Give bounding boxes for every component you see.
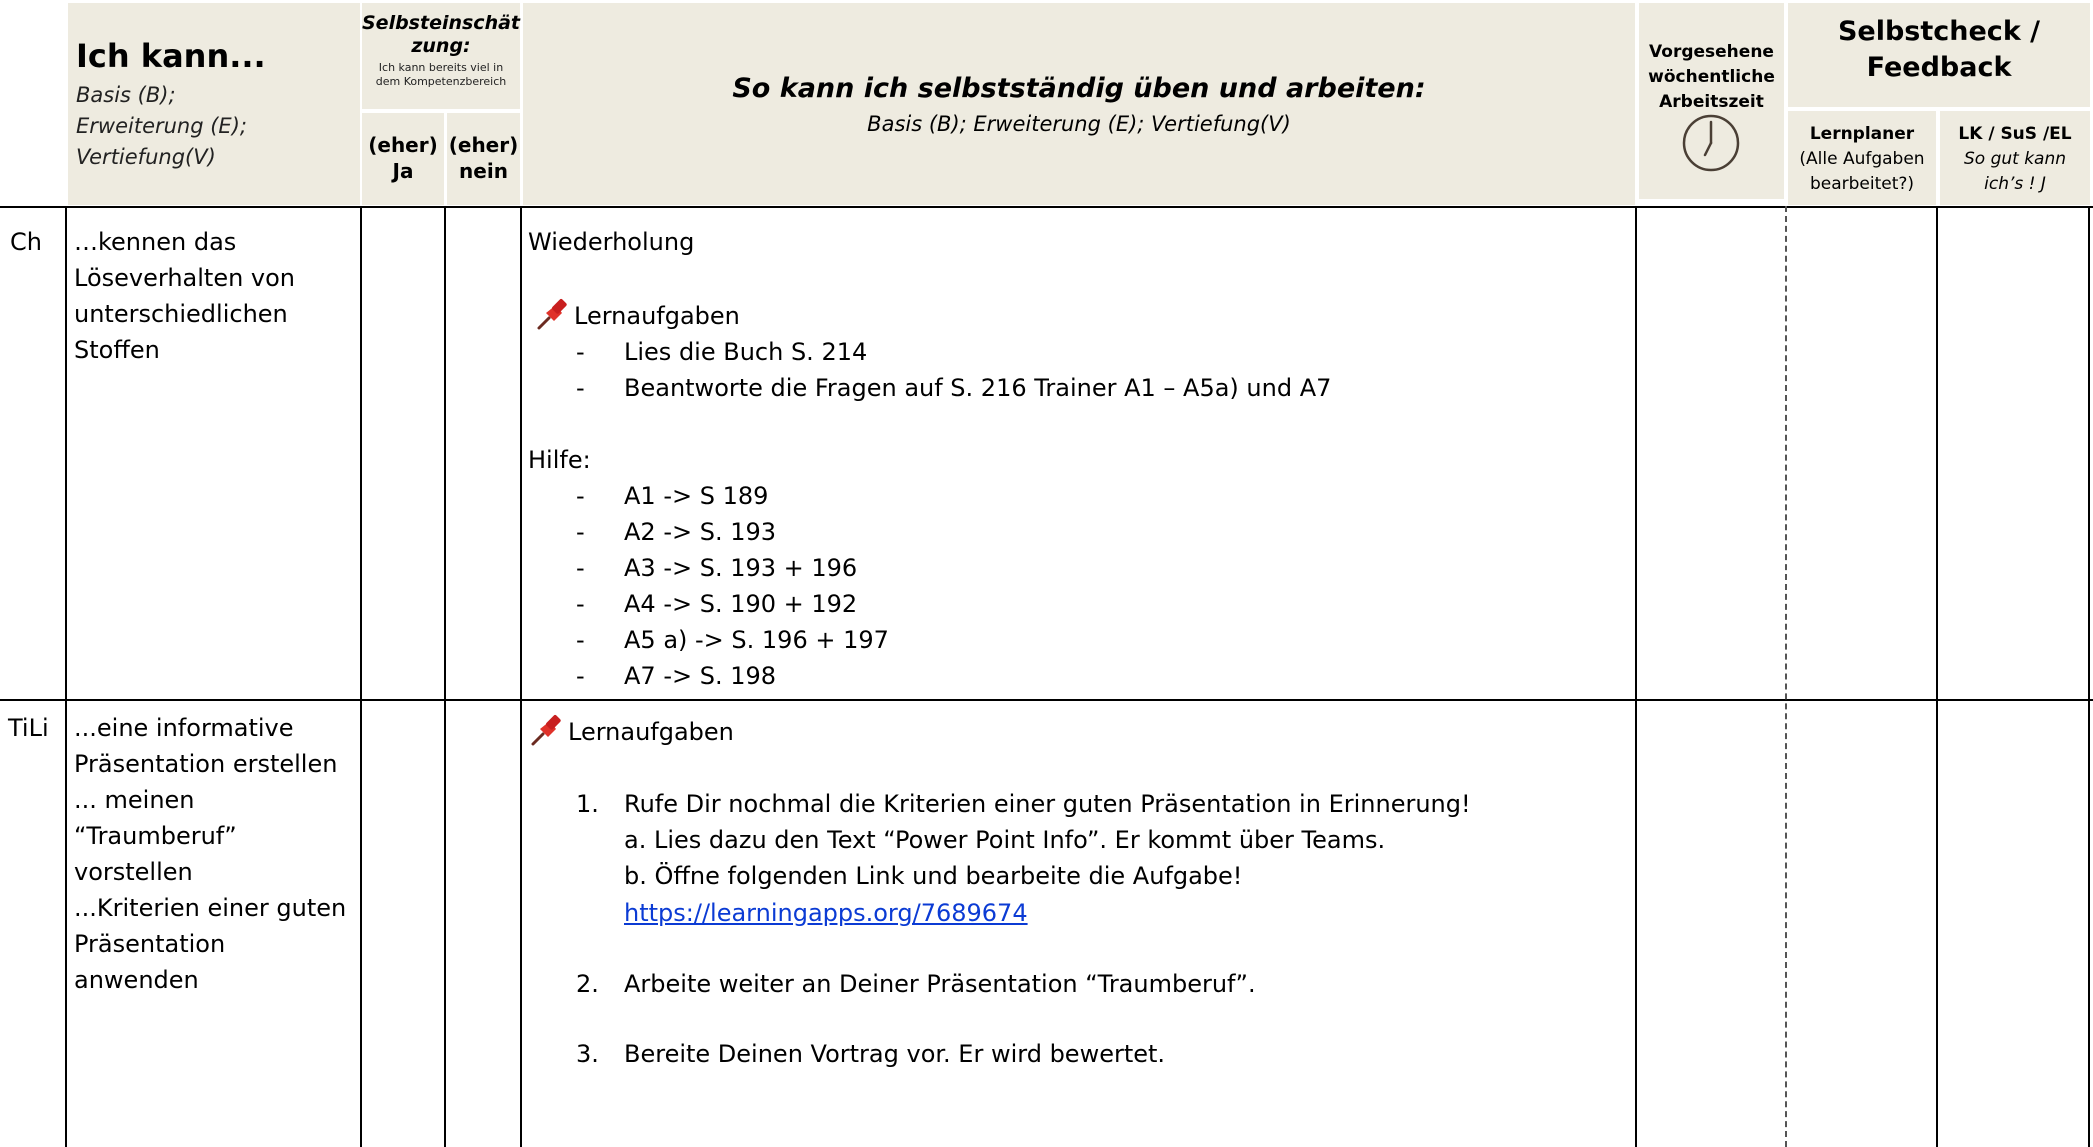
row-tili-tasks-label: Lernaufgaben: [568, 718, 734, 746]
list-item: A7 -> S. 198: [624, 662, 777, 690]
pushpin-icon: [537, 299, 567, 330]
list-item: A3 -> S. 193 + 196: [624, 554, 858, 582]
list-item: Beantworte die Fragen auf S. 216 Trainer…: [624, 374, 1332, 402]
col-border-6: [1936, 206, 1938, 1147]
list-bullet: -: [576, 338, 585, 366]
step-text: Rufe Dir nochmal die Kriterien einer gut…: [624, 790, 1471, 818]
list-item: A5 a) -> S. 196 + 197: [624, 626, 889, 654]
list-bullet: -: [576, 590, 585, 618]
col-border-4: [520, 206, 522, 1147]
main-title: So kann ich selbstständig üben und arbei…: [732, 73, 1426, 104]
check-title: Selbstcheck / Feedback: [1837, 16, 2041, 83]
row-ch-subject: Ch: [10, 228, 42, 256]
step-number: 3.: [576, 1040, 599, 1068]
lernplaner-subtitle: (Alle Aufgaben bearbeitet?): [1799, 149, 1925, 194]
list-bullet: -: [576, 662, 585, 690]
step-number: 1.: [576, 790, 599, 818]
selbst-note: Ich kann bereits viel in dem Kompetenzbe…: [375, 61, 507, 88]
list-bullet: -: [576, 518, 585, 546]
col-border-2: [360, 206, 362, 1147]
list-bullet: -: [576, 482, 585, 510]
row-ch-intro: Wiederholung: [528, 228, 695, 256]
list-item: A2 -> S. 193: [624, 518, 777, 546]
list-item: Lies die Buch S. 214: [624, 338, 868, 366]
ich-kann-subtitle: Basis (B); Erweiterung (E); Vertiefung(V…: [76, 83, 247, 169]
col-border-7: [2088, 206, 2090, 1147]
col-border-5: [1635, 206, 1637, 1147]
pushpin-icon: [531, 715, 561, 746]
row-ch-competence: …kennen das Löseverhalten von unterschie…: [74, 228, 296, 364]
clock-icon: [1682, 114, 1740, 172]
list-bullet: -: [576, 626, 585, 654]
selbst-title: Selbsteinschät zung:: [362, 12, 521, 57]
step-subitem: a. Lies dazu den Text “Power Point Info”…: [624, 826, 1386, 854]
yes-label: (eher) Ja: [368, 133, 438, 183]
ich-kann-title: Ich kann...: [76, 37, 266, 75]
list-bullet: -: [576, 554, 585, 582]
step-subitem: b. Öffne folgenden Link und bearbeite di…: [624, 862, 1243, 890]
list-item: A4 -> S. 190 + 192: [624, 590, 858, 618]
col-border-dashed: [1785, 206, 1787, 1147]
time-label: Vorgesehene wöchentliche Arbeitszeit: [1648, 42, 1775, 112]
list-item: A1 -> S 189: [624, 482, 769, 510]
header-bottom-border: [0, 206, 2093, 208]
learningapps-link[interactable]: https://learningapps.org/7689674: [624, 895, 1028, 931]
lk-subtitle: So gut kann ich’s ! J: [1963, 149, 2067, 194]
step-number: 2.: [576, 970, 599, 998]
list-bullet: -: [576, 374, 585, 402]
lernplaner-title: Lernplaner: [1809, 124, 1915, 144]
no-label: (eher) nein: [448, 133, 519, 183]
col-border-3: [444, 206, 446, 1147]
step-text: Bereite Deinen Vortrag vor. Er wird bewe…: [624, 1040, 1166, 1068]
col-border-1: [65, 206, 67, 1147]
step-text: Arbeite weiter an Deiner Präsentation “T…: [624, 970, 1256, 998]
weekly-plan-table: Ich kann... Basis (B); Erweiterung (E); …: [0, 0, 2093, 1147]
row-ch-tasks-label: Lernaufgaben: [574, 302, 740, 330]
row-separator: [0, 699, 2093, 701]
row-tili-competence: ...eine informative Präsentation erstell…: [74, 714, 347, 994]
row-ch-help-label: Hilfe:: [528, 446, 591, 474]
lk-title: LK / SuS /EL: [1958, 124, 2072, 144]
row-tili-subject: TiLi: [8, 714, 49, 742]
main-subtitle: Basis (B); Erweiterung (E); Vertiefung(V…: [867, 112, 1291, 136]
